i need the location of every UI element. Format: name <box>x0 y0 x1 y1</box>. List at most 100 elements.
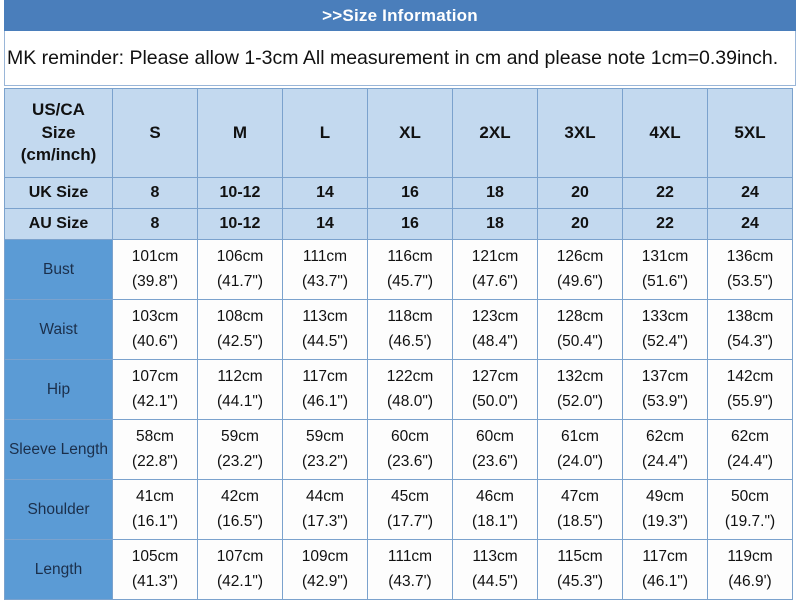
table-row: UK Size 8 10-12 14 16 18 20 22 24 <box>4 177 793 209</box>
reminder-banner: MK reminder: Please allow 1-3cm All meas… <box>4 31 796 86</box>
table-cell: 24 <box>707 208 793 240</box>
measurement-cm: 119cm <box>727 548 773 566</box>
table-cell: 136cm (53.5") <box>707 239 793 300</box>
measurement-cm: 128cm <box>556 308 604 326</box>
table-cell: 123cm (48.4") <box>452 299 538 360</box>
table-cell: 20 <box>537 208 623 240</box>
measurement-cm: 107cm <box>131 368 179 386</box>
table-cell: 142cm (55.9") <box>707 359 793 420</box>
table-cell: 49cm (19.3") <box>622 479 708 540</box>
measurement-inch: (22.8") <box>132 452 178 470</box>
measurement-inch: (44.5") <box>472 572 518 590</box>
table-cell: 59cm (23.2") <box>282 419 368 480</box>
table-cell: 44cm (17.3") <box>282 479 368 540</box>
table-cell: 59cm (23.2") <box>197 419 283 480</box>
measurement-cm: 45cm <box>391 488 429 506</box>
row-label-waist: Waist <box>4 299 113 360</box>
table-cell: 106cm (41.7") <box>197 239 283 300</box>
measurement-cm: 46cm <box>476 488 514 506</box>
measurement-cm: 101cm <box>131 248 179 266</box>
measurement-cm: 62cm <box>646 428 684 446</box>
table-cell: 20 <box>537 177 623 209</box>
measurement-cm: 118cm <box>387 308 433 326</box>
measurement-cm: 42cm <box>221 488 259 506</box>
table-cell: 62cm (24.4") <box>622 419 708 480</box>
measurement-inch: (43.7") <box>302 272 348 290</box>
measurement-cm: 115cm <box>557 548 603 566</box>
measurement-cm: 121cm <box>471 248 519 266</box>
measurement-cm: 131cm <box>641 248 689 266</box>
measurement-cm: 122cm <box>386 368 434 386</box>
table-row: Bust 101cm (39.8") 106cm (41.7") 111cm (43.7")… <box>4 239 793 300</box>
measurement-cm: 59cm <box>306 428 344 446</box>
table-cell: 62cm (24.4") <box>707 419 793 480</box>
measurement-inch: (19.3") <box>642 512 688 530</box>
measurement-cm: 62cm <box>731 428 769 446</box>
measurement-inch: (17.7") <box>387 512 433 530</box>
table-cell: 105cm (41.3") <box>112 539 198 600</box>
measurement-inch: (23.2") <box>217 452 263 470</box>
measurement-cm: 106cm <box>216 248 264 266</box>
row-label-sleeve-length: Sleeve Length <box>4 419 113 480</box>
table-cell: 128cm (50.4") <box>537 299 623 360</box>
table-row: Hip 107cm (42.1") 112cm (44.1") 117cm (46.1") 1… <box>4 359 793 420</box>
table-cell: 8 <box>112 208 198 240</box>
table-cell: 10-12 <box>197 177 283 209</box>
table-cell: 58cm (22.8") <box>112 419 198 480</box>
table-cell: 61cm (24.0") <box>537 419 623 480</box>
measurement-inch: (46.1") <box>302 392 348 410</box>
measurement-cm: 109cm <box>301 548 349 566</box>
measurement-cm: 60cm <box>391 428 429 446</box>
table-cell: 24 <box>707 177 793 209</box>
measurement-inch: (41.3") <box>132 572 178 590</box>
table-cell: 8 <box>112 177 198 209</box>
row-label-au-size: AU Size <box>4 208 113 240</box>
measurement-cm: 113cm <box>302 308 348 326</box>
table-cell: 108cm (42.5") <box>197 299 283 360</box>
measurement-inch: (42.1") <box>132 392 178 410</box>
measurement-cm: 113cm <box>472 548 518 566</box>
measurement-cm: 103cm <box>131 308 179 326</box>
measurement-inch: (52.0") <box>557 392 603 410</box>
table-cell: 127cm (50.0") <box>452 359 538 420</box>
column-header-5xl: 5XL <box>707 88 793 178</box>
size-chart-table: US/CA Size (cm/inch) S M L XL 2XL 3XL 4XL 5XL UK Si… <box>4 88 793 600</box>
measurement-inch: (39.8") <box>132 272 178 290</box>
table-cell: 133cm (52.4") <box>622 299 708 360</box>
column-header-2xl: 2XL <box>452 88 538 178</box>
measurement-inch: (23.6") <box>387 452 433 470</box>
table-cell: 18 <box>452 177 538 209</box>
measurement-inch: (16.5") <box>217 512 263 530</box>
header-corner-line-3: (cm/inch) <box>20 145 97 165</box>
measurement-cm: 138cm <box>726 308 774 326</box>
measurement-inch: (49.6") <box>557 272 603 290</box>
measurement-cm: 142cm <box>726 368 774 386</box>
table-row: Waist 103cm (40.6") 108cm (42.5") 113cm (44.5"… <box>4 299 793 360</box>
row-label-hip: Hip <box>4 359 113 420</box>
measurement-cm: 111cm <box>302 248 348 266</box>
measurement-inch: (16.1") <box>132 512 178 530</box>
header-corner-cell: US/CA Size (cm/inch) <box>4 88 113 178</box>
row-label-length: Length <box>4 539 113 600</box>
table-cell: 103cm (40.6") <box>112 299 198 360</box>
measurement-inch: (40.6") <box>132 332 178 350</box>
table-cell: 118cm (46.5') <box>367 299 453 360</box>
table-cell: 60cm (23.6") <box>452 419 538 480</box>
measurement-inch: (50.4") <box>557 332 603 350</box>
measurement-inch: (24.4") <box>727 452 773 470</box>
measurement-inch: (53.5") <box>727 272 773 290</box>
table-cell: 22 <box>622 177 708 209</box>
measurement-inch: (18.1") <box>472 512 518 530</box>
measurement-cm: 60cm <box>476 428 514 446</box>
measurement-cm: 105cm <box>131 548 179 566</box>
table-cell: 46cm (18.1") <box>452 479 538 540</box>
measurement-inch: (45.3") <box>557 572 603 590</box>
size-information-header: >>Size Information <box>4 0 796 31</box>
measurement-cm: 137cm <box>641 368 689 386</box>
measurement-cm: 111cm <box>387 548 433 566</box>
table-cell: 107cm (42.1") <box>197 539 283 600</box>
table-cell: 10-12 <box>197 208 283 240</box>
table-cell: 42cm (16.5") <box>197 479 283 540</box>
table-cell: 111cm (43.7") <box>282 239 368 300</box>
table-cell: 50cm (19.7.") <box>707 479 793 540</box>
